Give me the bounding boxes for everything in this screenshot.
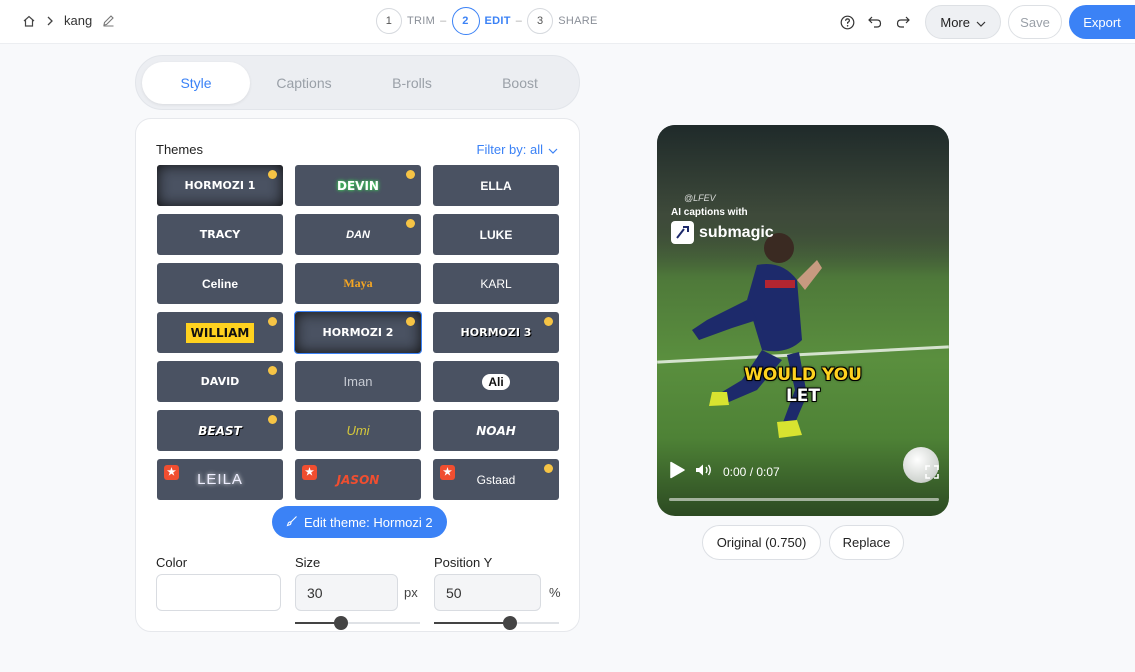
theme-tile-karl[interactable]: KARL bbox=[433, 263, 559, 304]
undo-icon[interactable] bbox=[861, 5, 889, 39]
watermark-line: AI captions with bbox=[671, 207, 748, 218]
theme-tile-hormozi-3[interactable]: HORMOZI 3 bbox=[433, 312, 559, 353]
tab-boost[interactable]: Boost bbox=[466, 62, 574, 104]
editor-tabs: Style Captions B-rolls Boost bbox=[135, 55, 580, 110]
home-icon[interactable] bbox=[22, 14, 36, 28]
help-icon[interactable] bbox=[833, 5, 861, 39]
video-preview[interactable]: @LFEV AI captions with submagic WOULD YO… bbox=[657, 125, 949, 516]
step-separator: – bbox=[440, 15, 447, 27]
chevron-down-icon bbox=[548, 142, 558, 157]
more-button[interactable]: More bbox=[925, 5, 1001, 39]
theme-tile-dan[interactable]: DAN bbox=[295, 214, 421, 255]
filter-dropdown[interactable]: Filter by: all bbox=[477, 142, 558, 157]
theme-tile-gstaad[interactable]: ★ Gstaad bbox=[433, 459, 559, 500]
emoji-badge-icon bbox=[268, 366, 277, 375]
project-name[interactable]: kang bbox=[64, 13, 92, 28]
emoji-badge-icon bbox=[406, 170, 415, 179]
position-y-label: Position Y bbox=[434, 555, 493, 570]
tab-style[interactable]: Style bbox=[142, 62, 250, 104]
volume-icon[interactable] bbox=[695, 463, 713, 480]
step-edit[interactable]: 2 EDIT bbox=[451, 7, 511, 35]
theme-tile-beast[interactable]: BEAST bbox=[157, 410, 283, 451]
theme-tile-hormozi-2[interactable]: HORMOZI 2 bbox=[294, 311, 422, 354]
theme-tile-maya[interactable]: Maya bbox=[295, 263, 421, 304]
fullscreen-icon[interactable] bbox=[925, 465, 939, 484]
theme-tile-william[interactable]: WILLIAM bbox=[157, 312, 283, 353]
theme-tile-iman[interactable]: Iman bbox=[295, 361, 421, 402]
theme-tile-tracy[interactable]: TRACY bbox=[157, 214, 283, 255]
step-separator: – bbox=[515, 15, 523, 27]
stepper: 1 TRIM – 2 EDIT – 3 SHARE bbox=[376, 7, 598, 35]
size-unit: px bbox=[404, 585, 418, 600]
theme-tile-ali[interactable]: Ali bbox=[433, 361, 559, 402]
submagic-logo-icon bbox=[671, 221, 694, 244]
position-y-unit: % bbox=[549, 585, 561, 600]
emoji-badge-icon bbox=[268, 317, 277, 326]
caption-line-2: LET bbox=[785, 386, 821, 406]
toolbar-right: More Save Export bbox=[833, 5, 1135, 39]
theme-tile-david[interactable]: DAVID bbox=[157, 361, 283, 402]
redo-icon[interactable] bbox=[889, 5, 917, 39]
star-badge-icon: ★ bbox=[302, 465, 317, 480]
position-y-slider-fill bbox=[434, 622, 511, 624]
position-y-slider[interactable] bbox=[434, 616, 559, 630]
tab-captions[interactable]: Captions bbox=[250, 62, 358, 104]
theme-tile-leila[interactable]: ★ LEILA bbox=[157, 459, 283, 500]
emoji-badge-icon bbox=[544, 317, 553, 326]
watermark-brand: submagic bbox=[671, 221, 774, 244]
save-button[interactable]: Save bbox=[1008, 5, 1062, 39]
size-slider-handle[interactable] bbox=[334, 616, 349, 630]
theme-tile-hormozi-1[interactable]: HORMOZI 1 bbox=[157, 165, 283, 206]
emoji-badge-icon bbox=[406, 317, 415, 326]
theme-tile-umi[interactable]: Umi bbox=[295, 410, 421, 451]
theme-tile-celine[interactable]: Celine bbox=[157, 263, 283, 304]
emoji-badge-icon bbox=[268, 170, 277, 179]
video-progress-bar[interactable] bbox=[669, 498, 939, 501]
top-bar: kang 1 TRIM – 2 EDIT – 3 SHARE More Save… bbox=[0, 0, 1135, 44]
original-button[interactable]: Original (0.750) bbox=[702, 525, 821, 560]
emoji-badge-icon bbox=[544, 464, 553, 473]
position-y-input[interactable]: 50 bbox=[434, 574, 541, 611]
theme-tile-luke[interactable]: LUKE bbox=[433, 214, 559, 255]
theme-tile-ella[interactable]: ELLA bbox=[433, 165, 559, 206]
brush-icon bbox=[286, 515, 298, 530]
style-panel: Themes Filter by: all HORMOZI 1 DEVIN EL… bbox=[135, 118, 580, 632]
theme-tile-devin[interactable]: DEVIN bbox=[295, 165, 421, 206]
caption-line-1: WOULD YOU bbox=[744, 365, 862, 385]
video-controls: 0:00 / 0:07 bbox=[669, 461, 780, 482]
watermark-handle: @LFEV bbox=[684, 193, 716, 203]
position-y-slider-handle[interactable] bbox=[503, 616, 518, 630]
video-time: 0:00 / 0:07 bbox=[723, 464, 780, 479]
edit-pencil-icon[interactable] bbox=[102, 14, 115, 27]
chevron-down-icon bbox=[976, 15, 986, 30]
star-badge-icon: ★ bbox=[440, 465, 455, 480]
play-icon[interactable] bbox=[669, 461, 685, 482]
themes-heading: Themes bbox=[156, 142, 203, 157]
color-field[interactable] bbox=[156, 574, 281, 611]
export-button[interactable]: Export bbox=[1069, 5, 1135, 39]
theme-tile-jason[interactable]: ★ JASON bbox=[295, 459, 421, 500]
color-label: Color bbox=[156, 555, 188, 570]
tab-b-rolls[interactable]: B-rolls bbox=[358, 62, 466, 104]
step-trim[interactable]: 1 TRIM bbox=[376, 8, 435, 34]
emoji-badge-icon bbox=[268, 415, 277, 424]
theme-tile-noah[interactable]: NOAH bbox=[433, 410, 559, 451]
emoji-badge-icon bbox=[406, 219, 415, 228]
size-input[interactable]: 30 bbox=[295, 574, 398, 611]
chevron-right-icon bbox=[46, 16, 54, 26]
size-slider[interactable] bbox=[295, 616, 420, 630]
size-label: Size bbox=[295, 555, 321, 570]
step-share[interactable]: 3 SHARE bbox=[527, 8, 597, 34]
breadcrumb: kang bbox=[22, 13, 115, 28]
edit-theme-button[interactable]: Edit theme: Hormozi 2 bbox=[272, 506, 447, 538]
replace-button[interactable]: Replace bbox=[829, 525, 904, 560]
star-badge-icon: ★ bbox=[164, 465, 179, 480]
